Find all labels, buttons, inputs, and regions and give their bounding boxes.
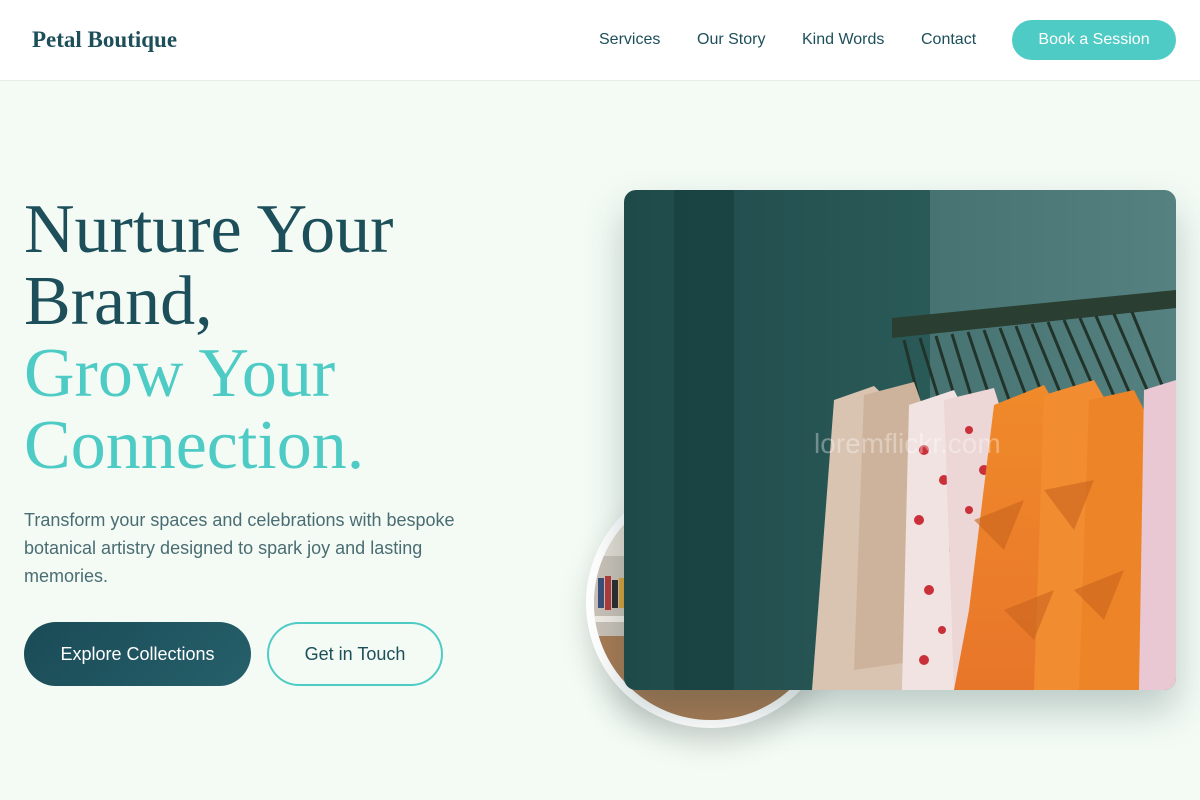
book-session-button[interactable]: Book a Session <box>1012 20 1176 60</box>
logo[interactable]: Petal Boutique <box>32 26 177 54</box>
hero-title-accent-line: Connection. <box>24 407 365 484</box>
hero-title: Nurture Your Brand, Grow Your Connection… <box>24 194 584 482</box>
hero-title-line: Brand, <box>24 263 213 340</box>
hero-subtitle: Transform your spaces and celebrations w… <box>24 510 455 586</box>
site-header: Petal Boutique Services Our Story Kind W… <box>0 0 1200 81</box>
nav-link-our-story[interactable]: Our Story <box>697 30 765 50</box>
nav-link-contact[interactable]: Contact <box>921 30 976 50</box>
hero-title-line: Nurture Your <box>24 191 394 268</box>
get-in-touch-button[interactable]: Get in Touch <box>267 622 443 686</box>
image-watermark: loremflickr.com <box>814 428 1001 459</box>
hero-title-accent-line: Grow Your <box>24 335 336 412</box>
nav-link-services[interactable]: Services <box>599 30 660 50</box>
nav-link-kind-words[interactable]: Kind Words <box>802 30 884 50</box>
clothing-rack-photo: loremflickr.com <box>624 190 1176 690</box>
explore-collections-button[interactable]: Explore Collections <box>24 622 251 686</box>
